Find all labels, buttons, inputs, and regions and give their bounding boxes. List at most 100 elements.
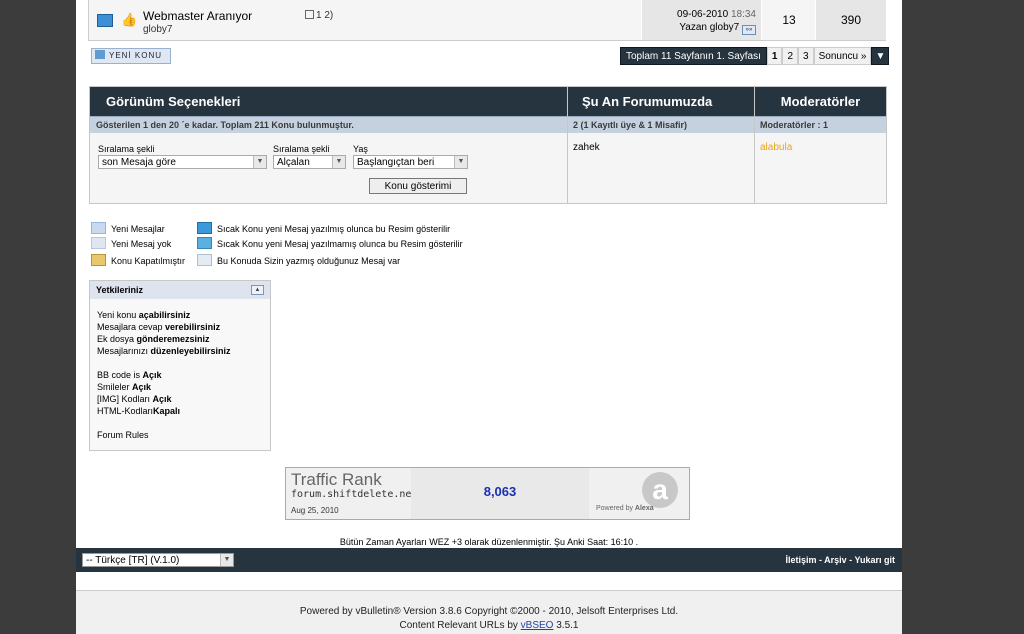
no-new-posts-icon bbox=[91, 237, 106, 249]
vbseo-link[interactable]: vBSEO bbox=[521, 620, 554, 631]
language-select[interactable]: -- Türkçe [TR] (V.1.0) ▼ bbox=[82, 553, 234, 567]
permission-text[interactable]: [IMG] Kodları bbox=[97, 394, 153, 404]
thread-title-link[interactable]: Webmaster Aranıyor bbox=[143, 9, 252, 23]
permission-text[interactable]: HTML-Kodları bbox=[97, 406, 153, 416]
new-thread-label: YENİ KONU bbox=[109, 51, 163, 60]
copyright-text: Powered by vBulletin® Version 3.8.6 Copy… bbox=[299, 606, 679, 617]
permission-text[interactable]: Smileler bbox=[97, 382, 132, 392]
age-select[interactable]: Başlangıçtan beri ▼ bbox=[353, 155, 468, 169]
page-1-link[interactable]: 1 bbox=[766, 47, 783, 65]
permissions-title: Yetkileriniz bbox=[96, 285, 144, 295]
last-post-time: 18:34 bbox=[730, 9, 756, 20]
legend-closed: Konu Kapatılmıştır bbox=[91, 254, 185, 266]
legend-text: Sıcak Konu yeni Mesaj yazılmış olunca bu… bbox=[217, 224, 451, 234]
show-threads-button[interactable]: Konu gösterimi bbox=[369, 178, 467, 194]
views-cell: 390 bbox=[815, 0, 886, 40]
online-count: 2 (1 Kayıtlı üye & 1 Misafir) bbox=[568, 116, 754, 133]
archive-link[interactable]: Arşiv bbox=[824, 555, 847, 565]
moderator-name[interactable]: alabula bbox=[760, 142, 792, 153]
replies-count[interactable]: 13 bbox=[762, 13, 816, 27]
new-posts-icon bbox=[97, 14, 113, 27]
thread-pages-text[interactable]: 1 2) bbox=[316, 10, 333, 21]
multipage-icon bbox=[305, 10, 314, 19]
back-to-top-link[interactable]: Yukarı git bbox=[854, 555, 895, 565]
permission-text: Yeni konu bbox=[97, 310, 139, 320]
permission-text[interactable]: BB code is bbox=[97, 370, 143, 380]
go-to-last-post-icon[interactable]: »» bbox=[742, 25, 756, 35]
thread-row[interactable]: 👍 Webmaster Aranıyor 1 2) globy7 09-06-2… bbox=[88, 0, 886, 41]
footer-links: İletişim - Arşiv - Yukarı git bbox=[785, 555, 895, 565]
new-thread-button[interactable]: YENİ KONU bbox=[91, 48, 171, 64]
permission-line[interactable]: HTML-KodlarıKapalı bbox=[97, 406, 180, 416]
thread-status-cell bbox=[89, 0, 117, 40]
alexa-rank: 8,063 bbox=[483, 484, 517, 499]
permission-line: Ek dosya gönderemezsiniz bbox=[97, 334, 210, 344]
thread-author[interactable]: globy7 bbox=[143, 24, 172, 35]
new-posts-icon bbox=[91, 222, 106, 234]
alexa-heading: Traffic Rank bbox=[291, 470, 382, 489]
language-value: -- Türkçe [TR] (V.1.0) bbox=[86, 555, 180, 566]
collapse-icon[interactable]: ▲ bbox=[251, 285, 264, 295]
moderators-count: Moderatörler : 1 bbox=[755, 116, 886, 133]
permission-value: Açık bbox=[152, 394, 172, 404]
age-value: Başlangıçtan beri bbox=[357, 157, 435, 168]
legend-posted: Bu Konuda Sizin yazmış olduğunuz Mesaj v… bbox=[197, 254, 400, 266]
pagination-label[interactable]: Toplam 11 Sayfanın 1. Sayfası bbox=[620, 47, 767, 65]
last-post-date: 09-06-2010 18:34 bbox=[677, 9, 756, 20]
permission-value: verebilirsiniz bbox=[165, 322, 221, 332]
alexa-brand: Alexa bbox=[634, 505, 654, 512]
display-options-box: Görünüm Seçenekleri Şu An Forumumuzda Mo… bbox=[89, 86, 887, 204]
permission-line[interactable]: BB code is Açık bbox=[97, 370, 162, 380]
permission-line[interactable]: Smileler Açık bbox=[97, 382, 151, 392]
age-label: Yaş bbox=[353, 144, 368, 154]
permission-value: açabilirsiniz bbox=[138, 310, 191, 320]
contact-link[interactable]: İletişim bbox=[785, 555, 816, 565]
legend-text: Konu Kapatılmıştır bbox=[111, 256, 186, 266]
forum-rules-text[interactable]: Forum Rules bbox=[97, 430, 149, 440]
alexa-logo-icon: a bbox=[642, 472, 678, 508]
legend-text: Yeni Mesajlar bbox=[111, 224, 165, 234]
page: 👍 Webmaster Aranıyor 1 2) globy7 09-06-2… bbox=[76, 0, 902, 634]
last-page-link[interactable]: Sonuncu » bbox=[813, 47, 872, 65]
powered-by-footer: Powered by vBulletin® Version 3.8.6 Copy… bbox=[76, 590, 902, 634]
sort-field-label: Sıralama şekli bbox=[98, 144, 155, 154]
page-2-link[interactable]: 2 bbox=[782, 47, 799, 65]
alexa-powered-text: Powered by bbox=[596, 505, 633, 512]
sort-order-select[interactable]: Alçalan ▼ bbox=[273, 155, 346, 169]
column-divider bbox=[567, 87, 568, 203]
permission-text: Ek dosya bbox=[97, 334, 137, 344]
timezone-text: Bütün Zaman Ayarları WEZ +3 olarak düzen… bbox=[339, 537, 639, 547]
chevron-down-icon[interactable]: ▼ bbox=[871, 47, 890, 65]
sort-order-label: Sıralama şekli bbox=[273, 144, 330, 154]
alexa-widget[interactable]: Traffic Rank forum.shiftdelete.net Aug 2… bbox=[285, 467, 690, 520]
online-header: Şu An Forumumuzda bbox=[568, 87, 754, 116]
seo-credit: Content Relevant URLs by vBSEO 3.5.1 bbox=[76, 620, 902, 631]
permission-value: Kapalı bbox=[153, 406, 181, 416]
thread-pages[interactable]: 1 2) bbox=[305, 10, 333, 21]
permission-line: Mesajlara cevap verebilirsiniz bbox=[97, 322, 220, 332]
last-post-by-text[interactable]: Yazan globy7 bbox=[679, 22, 739, 33]
sort-field-select[interactable]: son Mesaja göre ▼ bbox=[98, 155, 267, 169]
permission-line[interactable]: [IMG] Kodları Açık bbox=[97, 394, 172, 404]
new-thread-icon bbox=[95, 50, 105, 59]
page-3-link[interactable]: 3 bbox=[798, 47, 814, 65]
chevron-down-icon: ▼ bbox=[332, 156, 345, 168]
thread-icon-cell: 👍 bbox=[117, 0, 139, 40]
footer-bar: -- Türkçe [TR] (V.1.0) ▼ İletişim - Arşiv… bbox=[76, 548, 902, 572]
permissions-header: Yetkileriniz ▲ bbox=[90, 281, 270, 299]
chevron-down-icon: ▼ bbox=[220, 554, 233, 566]
pagination: Toplam 11 Sayfanın 1. Sayfası 1 2 3 Sonu… bbox=[620, 47, 890, 65]
permission-value: düzenleyebilirsiniz bbox=[150, 346, 231, 356]
permission-value: gönderemezsiniz bbox=[136, 334, 210, 344]
threads-summary: Gösterilen 1 den 20 ´e kadar. Toplam 211… bbox=[90, 116, 567, 133]
online-user[interactable]: zahek bbox=[573, 142, 600, 153]
permission-value: Açık bbox=[142, 370, 162, 380]
permission-line: Yeni konu açabilirsiniz bbox=[97, 310, 190, 320]
chevron-down-icon: ▼ bbox=[253, 156, 266, 168]
legend-text: Yeni Mesaj yok bbox=[111, 239, 172, 249]
last-post-cell: 09-06-2010 18:34 Yazan globy7 »» bbox=[641, 0, 762, 40]
legend-hot-new: Sıcak Konu yeni Mesaj yazılmış olunca bu… bbox=[197, 222, 450, 234]
seo-credit-text: Content Relevant URLs by bbox=[399, 620, 521, 631]
thumbs-up-icon: 👍 bbox=[121, 12, 138, 27]
forum-rules-link[interactable]: Forum Rules bbox=[97, 430, 149, 440]
